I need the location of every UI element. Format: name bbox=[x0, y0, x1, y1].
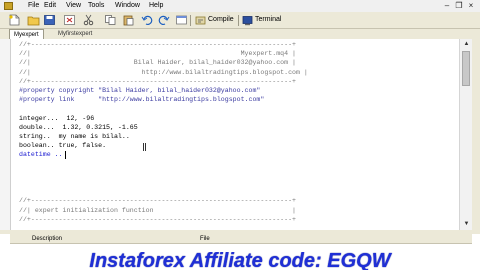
compile-label: Compile bbox=[208, 16, 234, 23]
metaeditor-app-icon[interactable] bbox=[4, 2, 13, 10]
compile-button[interactable]: Compile bbox=[195, 14, 234, 26]
window-controls: – ❐ × bbox=[442, 1, 476, 10]
cut-icon[interactable] bbox=[82, 14, 95, 26]
code-line[interactable]: datetime .. bbox=[19, 150, 63, 159]
code-line[interactable]: string.. my name is bilal.. bbox=[19, 132, 130, 141]
affiliate-code-banner: Instaforex Affiliate code: EGQW bbox=[0, 252, 480, 270]
copy-icon[interactable] bbox=[104, 14, 117, 26]
editor-gutter bbox=[0, 39, 10, 230]
redo-icon[interactable] bbox=[157, 14, 170, 26]
mouse-ibeam-cursor bbox=[143, 143, 146, 152]
save-icon[interactable] bbox=[43, 14, 56, 26]
code-line[interactable]: boolean.. true, false. bbox=[19, 141, 106, 150]
menu-view[interactable]: View bbox=[66, 1, 81, 11]
toolbar-separator bbox=[190, 15, 191, 26]
menu-tools[interactable]: Tools bbox=[88, 1, 104, 11]
navigator-icon[interactable] bbox=[175, 14, 188, 26]
toolbar: Compile Terminal bbox=[0, 12, 480, 29]
code-line[interactable]: //+-------------------------------------… bbox=[19, 196, 296, 205]
open-folder-icon[interactable] bbox=[27, 14, 40, 26]
paste-icon[interactable] bbox=[122, 14, 135, 26]
menu-window[interactable]: Window bbox=[115, 1, 140, 11]
scroll-up-icon[interactable]: ▲ bbox=[462, 40, 471, 49]
menu-help[interactable]: Help bbox=[149, 1, 163, 11]
compile-icon bbox=[195, 16, 206, 24]
terminal-button[interactable]: Terminal bbox=[242, 14, 281, 26]
column-description[interactable]: Description bbox=[32, 234, 62, 244]
text-caret bbox=[65, 150, 66, 159]
code-line[interactable]: integer... 12, -96 bbox=[19, 114, 94, 123]
minimize-icon[interactable]: – bbox=[442, 1, 452, 10]
column-file[interactable]: File bbox=[200, 234, 210, 244]
code-line[interactable]: //+-------------------------------------… bbox=[19, 77, 296, 86]
code-editor[interactable]: //+-------------------------------------… bbox=[10, 39, 459, 230]
code-line[interactable]: //+-------------------------------------… bbox=[19, 215, 296, 224]
tab-myexpert[interactable]: Myexpert bbox=[9, 29, 44, 39]
undo-icon[interactable] bbox=[141, 14, 154, 26]
code-line[interactable]: double... 1.32, 0.3215, -1.65 bbox=[19, 123, 138, 132]
terminal-label: Terminal bbox=[255, 16, 282, 23]
scrollbar-thumb[interactable] bbox=[462, 51, 470, 86]
close-icon[interactable]: × bbox=[466, 1, 476, 10]
menu-bar: File Edit View Tools Window Help – ❐ × bbox=[0, 0, 480, 12]
editor-vertical-scrollbar[interactable]: ▲ ▼ bbox=[459, 39, 472, 230]
toolbar-separator bbox=[238, 15, 239, 26]
code-line[interactable]: #property copyright "Bilal Haider, bilal… bbox=[19, 86, 260, 95]
menu-edit[interactable]: Edit bbox=[44, 1, 56, 11]
code-line[interactable]: //| http://www.bilaltradingtips.blogspot… bbox=[19, 68, 308, 77]
code-line[interactable]: //| expert initialization function | bbox=[19, 206, 296, 215]
document-tabs: Myexpert Myfirstexpert bbox=[0, 29, 480, 39]
tab-myfirstexpert[interactable]: Myfirstexpert bbox=[54, 29, 96, 39]
menu-file[interactable]: File bbox=[28, 1, 39, 11]
code-line[interactable]: //| Bilal Haider, bilal_haider032@yahoo.… bbox=[19, 58, 296, 67]
close-file-icon[interactable] bbox=[63, 14, 76, 26]
toolbox-header: Description File bbox=[10, 234, 472, 244]
restore-icon[interactable]: ❐ bbox=[454, 1, 464, 10]
code-line[interactable]: //+-------------------------------------… bbox=[19, 40, 296, 49]
scroll-down-icon[interactable]: ▼ bbox=[462, 220, 471, 229]
code-line[interactable]: #property link "http://www.bilaltradingt… bbox=[19, 95, 264, 104]
code-line[interactable]: //| Myexpert.mq4 | bbox=[19, 49, 296, 58]
new-file-icon[interactable] bbox=[8, 14, 21, 26]
terminal-icon bbox=[242, 15, 253, 25]
